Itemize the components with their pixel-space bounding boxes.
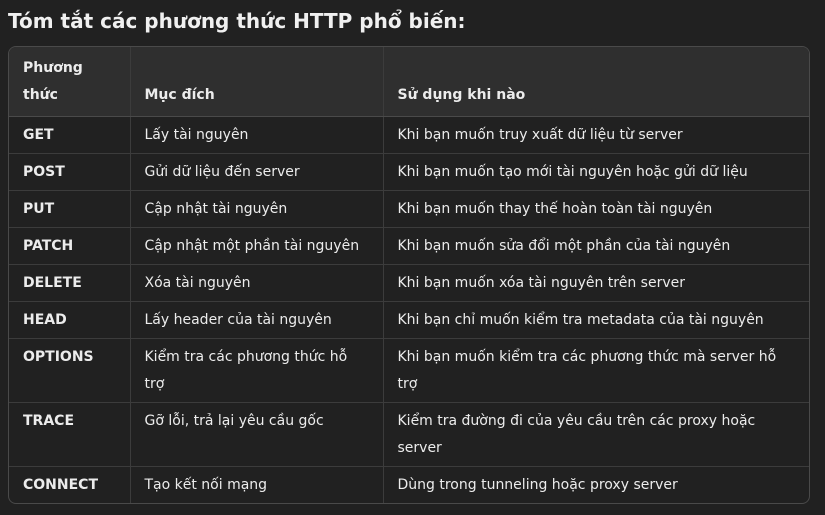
usage-cell: Khi bạn muốn thay thế hoàn toàn tài nguy… — [383, 190, 809, 228]
table-row: CONNECT Tạo kết nối mạng Dùng trong tunn… — [9, 466, 809, 503]
content-area: Tóm tắt các phương thức HTTP phổ biến: P… — [8, 6, 810, 504]
method-cell: DELETE — [9, 264, 131, 302]
method-cell: TRACE — [9, 402, 131, 467]
http-methods-table: Phương thức Mục đích Sử dụng khi nào GET… — [9, 47, 809, 503]
table-body: GET Lấy tài nguyên Khi bạn muốn truy xuấ… — [9, 116, 809, 503]
purpose-cell: Cập nhật một phần tài nguyên — [130, 227, 384, 265]
purpose-cell: Tạo kết nối mạng — [130, 466, 384, 503]
table-row: DELETE Xóa tài nguyên Khi bạn muốn xóa t… — [9, 264, 809, 302]
method-cell: PUT — [9, 190, 131, 228]
table-row: HEAD Lấy header của tài nguyên Khi bạn c… — [9, 301, 809, 339]
method-cell: POST — [9, 153, 131, 191]
usage-cell: Khi bạn muốn sửa đổi một phần của tài ng… — [383, 227, 809, 265]
table-row: POST Gửi dữ liệu đến server Khi bạn muốn… — [9, 153, 809, 191]
usage-cell: Khi bạn muốn kiểm tra các phương thức mà… — [383, 338, 809, 403]
purpose-cell: Kiểm tra các phương thức hỗ trợ — [130, 338, 384, 403]
usage-cell: Khi bạn muốn truy xuất dữ liệu từ server — [383, 116, 809, 154]
column-header-usage: Sử dụng khi nào — [383, 47, 809, 117]
purpose-cell: Gỡ lỗi, trả lại yêu cầu gốc — [130, 402, 384, 467]
method-cell: GET — [9, 116, 131, 154]
table-row: PUT Cập nhật tài nguyên Khi bạn muốn tha… — [9, 190, 809, 228]
usage-cell: Dùng trong tunneling hoặc proxy server — [397, 477, 678, 493]
purpose-cell: Cập nhật tài nguyên — [130, 190, 384, 228]
table-header-row: Phương thức Mục đích Sử dụng khi nào — [9, 47, 809, 117]
method-cell: HEAD — [9, 301, 131, 339]
usage-cell: Khi bạn chỉ muốn kiểm tra metadata của t… — [383, 301, 809, 339]
purpose-cell: Lấy tài nguyên — [130, 116, 384, 154]
method-cell: CONNECT — [9, 466, 131, 503]
column-header-purpose: Mục đích — [130, 47, 384, 117]
purpose-cell: Lấy header của tài nguyên — [130, 301, 384, 339]
table-row: GET Lấy tài nguyên Khi bạn muốn truy xuấ… — [9, 116, 809, 154]
table-row: TRACE Gỡ lỗi, trả lại yêu cầu gốc Kiểm t… — [9, 402, 809, 467]
column-header-method: Phương thức — [9, 47, 131, 117]
method-cell: PATCH — [9, 227, 131, 265]
table-header: Phương thức Mục đích Sử dụng khi nào — [9, 47, 809, 117]
table-row: PATCH Cập nhật một phần tài nguyên Khi b… — [9, 227, 809, 265]
purpose-cell: Xóa tài nguyên — [130, 264, 384, 302]
purpose-cell: Gửi dữ liệu đến server — [130, 153, 384, 191]
http-methods-table-container: Phương thức Mục đích Sử dụng khi nào GET… — [8, 46, 810, 504]
usage-cell: Khi bạn muốn tạo mới tài nguyên hoặc gửi… — [383, 153, 809, 191]
usage-cell: Kiểm tra đường đi của yêu cầu trên các p… — [383, 402, 809, 467]
section-heading: Tóm tắt các phương thức HTTP phổ biến: — [8, 9, 466, 33]
usage-cell: Khi bạn muốn xóa tài nguyên trên server — [383, 264, 809, 302]
table-row: OPTIONS Kiểm tra các phương thức hỗ trợ … — [9, 338, 809, 403]
method-cell: OPTIONS — [9, 338, 131, 403]
